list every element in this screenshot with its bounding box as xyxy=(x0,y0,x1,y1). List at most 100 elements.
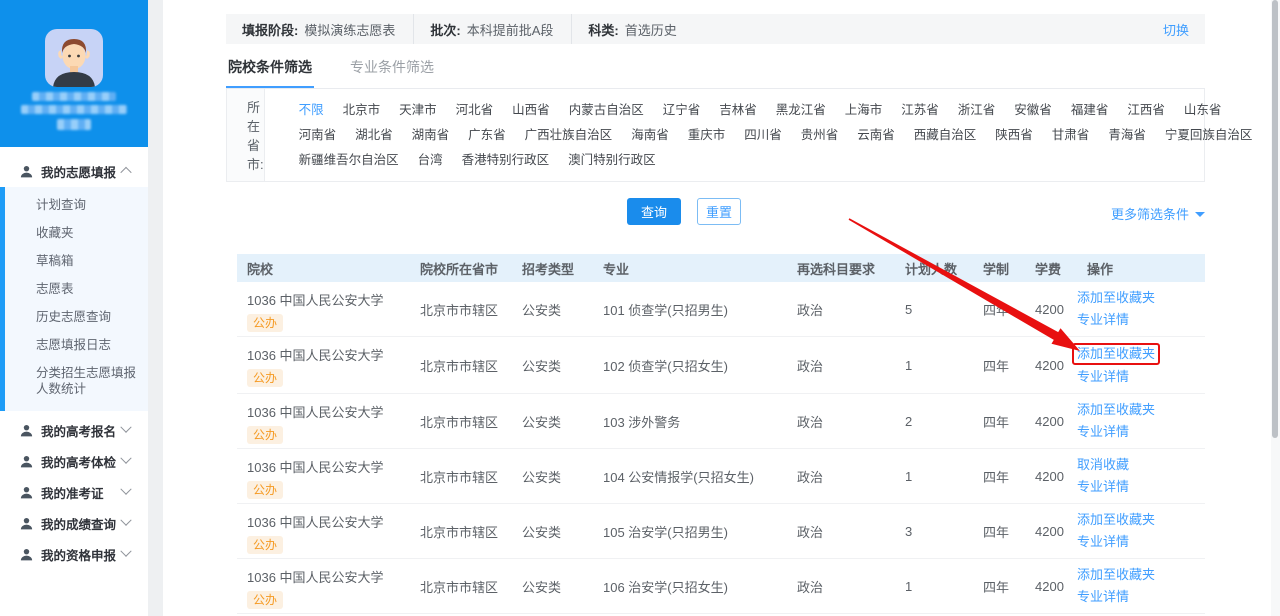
province-option[interactable]: 广西壮族自治区 xyxy=(525,123,613,148)
province-option[interactable]: 江西省 xyxy=(1127,98,1165,123)
province-option[interactable]: 湖北省 xyxy=(355,123,393,148)
admission-type-cell: 公安类 xyxy=(522,302,562,318)
province-option[interactable]: 河南省 xyxy=(299,123,337,148)
tab-college-filter[interactable]: 院校条件筛选 xyxy=(226,57,314,88)
query-button[interactable]: 查询 xyxy=(627,198,681,225)
context-bar: 填报阶段: 模拟演练志愿表 批次: 本科提前批A段 科类: 首选历史 切换 xyxy=(226,14,1205,44)
reselect-subject-cell: 政治 xyxy=(797,414,824,430)
admission-type-cell: 公安类 xyxy=(522,358,562,374)
sidebar-item[interactable]: 计划查询 xyxy=(5,191,148,219)
context-items: 填报阶段: 模拟演练志愿表 批次: 本科提前批A段 科类: 首选历史 xyxy=(226,14,695,44)
province-option[interactable]: 山西省 xyxy=(512,98,550,123)
sidebar-group-header[interactable]: 我的高考体检 xyxy=(0,446,148,476)
reset-button[interactable]: 重置 xyxy=(697,198,741,225)
province-option[interactable]: 不限 xyxy=(299,98,324,123)
chevron-up-icon xyxy=(120,166,132,179)
avatar xyxy=(45,29,103,87)
table-row: 1036 中国人民公安大学 公办 北京市市辖区 公安类 106 治安学(只招女生) 政治 1… xyxy=(237,559,1205,614)
scrollbar-thumb[interactable] xyxy=(1272,0,1278,438)
province-options: 不限 北京市 天津市 河北省 山西省 内蒙古自治区 辽宁省 吉林省 黑龙江省 上海市 江苏省 浙江省安… xyxy=(265,89,1280,181)
main-content: 填报阶段: 模拟演练志愿表 批次: 本科提前批A段 科类: 首选历史 切换 院校条件筛选专… xyxy=(163,0,1262,616)
province-option[interactable]: 云南省 xyxy=(857,123,895,148)
major-detail-link[interactable]: 专业详情 xyxy=(1077,310,1205,330)
admission-type-cell: 公安类 xyxy=(522,469,562,485)
sidebar-item[interactable]: 收藏夹 xyxy=(5,219,148,247)
province-option[interactable]: 海南省 xyxy=(631,123,669,148)
column-header: 专业 xyxy=(603,261,630,277)
years-cell: 四年 xyxy=(983,469,1010,485)
sidebar-group-label: 我的高考报名 xyxy=(41,424,117,439)
province-option[interactable]: 西藏自治区 xyxy=(914,123,977,148)
province-option[interactable]: 湖南省 xyxy=(412,123,450,148)
major-detail-link[interactable]: 专业详情 xyxy=(1077,587,1205,607)
province-option[interactable]: 新疆维吾尔自治区 xyxy=(299,148,399,173)
plan-count-cell: 2 xyxy=(905,413,913,429)
major-detail-link[interactable]: 专业详情 xyxy=(1077,422,1205,442)
operations-cell: 添加至收藏夹 专业详情 xyxy=(1072,337,1205,393)
province-option[interactable]: 吉林省 xyxy=(719,98,757,123)
province-option[interactable]: 辽宁省 xyxy=(663,98,701,123)
province-option[interactable]: 福建省 xyxy=(1071,98,1109,123)
major-detail-link[interactable]: 专业详情 xyxy=(1077,477,1205,497)
plan-count-cell: 1 xyxy=(905,357,913,373)
province-option[interactable]: 台湾 xyxy=(418,148,443,173)
province-option[interactable]: 重庆市 xyxy=(688,123,726,148)
add-to-favorites-link[interactable]: 添加至收藏夹 xyxy=(1077,565,1205,585)
province-option[interactable]: 上海市 xyxy=(845,98,883,123)
province-option[interactable]: 香港特别行政区 xyxy=(462,148,550,173)
province-row: 新疆维吾尔自治区 台湾 香港特别行政区 澳门特别行政区 xyxy=(299,148,1272,173)
add-to-favorites-link[interactable]: 添加至收藏夹 xyxy=(1072,343,1161,365)
table-row: 1036 中国人民公安大学 公办 北京市市辖区 公安类 101 侦查学(只招男生) 政治 5… xyxy=(237,282,1205,337)
remove-favorite-link[interactable]: 取消收藏 xyxy=(1077,455,1205,475)
tab-major-filter[interactable]: 专业条件筛选 xyxy=(348,57,436,88)
more-filters-link[interactable]: 更多筛选条件 xyxy=(1111,204,1205,223)
operations-cell: 添加至收藏夹 专业详情 xyxy=(1077,559,1205,613)
column-header: 计划人数 xyxy=(905,261,958,277)
table-row: 1036 中国人民公安大学 公办 北京市市辖区 公安类 105 治安学(只招男生) 政治 3… xyxy=(237,504,1205,559)
sidebar-group-header[interactable]: 我的高考报名 xyxy=(0,415,148,445)
context-item-label: 批次: xyxy=(430,22,461,38)
table-row: 1036 中国人民公安大学 公办 北京市市辖区 公安类 103 涉外警务 政治 2 四年 420… xyxy=(237,394,1205,449)
province-row: 不限 北京市 天津市 河北省 山西省 内蒙古自治区 辽宁省 吉林省 黑龙江省 上海市 江苏省 浙江省安… xyxy=(299,98,1272,123)
switch-link[interactable]: 切换 xyxy=(1163,14,1205,44)
province-option[interactable]: 贵州省 xyxy=(801,123,839,148)
province-option[interactable]: 山东省 xyxy=(1184,98,1222,123)
province-option[interactable]: 河北省 xyxy=(456,98,494,123)
province-option[interactable]: 天津市 xyxy=(399,98,437,123)
add-to-favorites-link[interactable]: 添加至收藏夹 xyxy=(1077,288,1205,308)
province-option[interactable]: 内蒙古自治区 xyxy=(569,98,644,123)
column-header: 院校 xyxy=(247,261,274,277)
college-cell: 1036 中国人民公安大学 公办 xyxy=(237,504,410,558)
province-option[interactable]: 黑龙江省 xyxy=(776,98,826,123)
add-to-favorites-link[interactable]: 添加至收藏夹 xyxy=(1077,400,1205,420)
province-option[interactable]: 宁夏回族自治区 xyxy=(1165,123,1253,148)
major-detail-link[interactable]: 专业详情 xyxy=(1077,367,1205,387)
sidebar-item[interactable]: 历史志愿查询 xyxy=(5,303,148,331)
plan-count-cell: 1 xyxy=(905,468,913,484)
sidebar-group-header[interactable]: 我的资格申报 xyxy=(0,539,148,569)
major-detail-link[interactable]: 专业详情 xyxy=(1077,532,1205,552)
page-scrollbar[interactable] xyxy=(1271,0,1280,616)
table-row: 1036 中国人民公安大学 公办 北京市市辖区 公安类 104 公安情报学(只招女生) 政… xyxy=(237,449,1205,504)
add-to-favorites-link[interactable]: 添加至收藏夹 xyxy=(1077,510,1205,530)
province-option[interactable]: 四川省 xyxy=(744,123,782,148)
province-option[interactable]: 安徽省 xyxy=(1014,98,1052,123)
province-option[interactable]: 澳门特别行政区 xyxy=(568,148,656,173)
sidebar-item[interactable]: 志愿表 xyxy=(5,275,148,303)
sidebar-item[interactable]: 草稿箱 xyxy=(5,247,148,275)
major-cell: 105 治安学(只招男生) xyxy=(603,524,728,540)
sidebar-group-header[interactable]: 我的准考证 xyxy=(0,477,148,507)
province-cell: 北京市市辖区 xyxy=(420,302,499,318)
province-option[interactable]: 青海省 xyxy=(1108,123,1146,148)
province-option[interactable]: 江苏省 xyxy=(901,98,939,123)
sidebar-group-header[interactable]: 我的志愿填报 xyxy=(0,155,148,187)
years-cell: 四年 xyxy=(983,524,1010,540)
province-option[interactable]: 甘肃省 xyxy=(1052,123,1090,148)
sidebar-item[interactable]: 志愿填报日志 xyxy=(5,331,148,359)
province-option[interactable]: 北京市 xyxy=(343,98,381,123)
province-option[interactable]: 浙江省 xyxy=(958,98,996,123)
sidebar-group-header[interactable]: 我的成绩查询 xyxy=(0,508,148,538)
province-option[interactable]: 陕西省 xyxy=(995,123,1033,148)
province-option[interactable]: 广东省 xyxy=(468,123,506,148)
sidebar-item[interactable]: 分类招生志愿填报人数统计 xyxy=(5,359,148,403)
